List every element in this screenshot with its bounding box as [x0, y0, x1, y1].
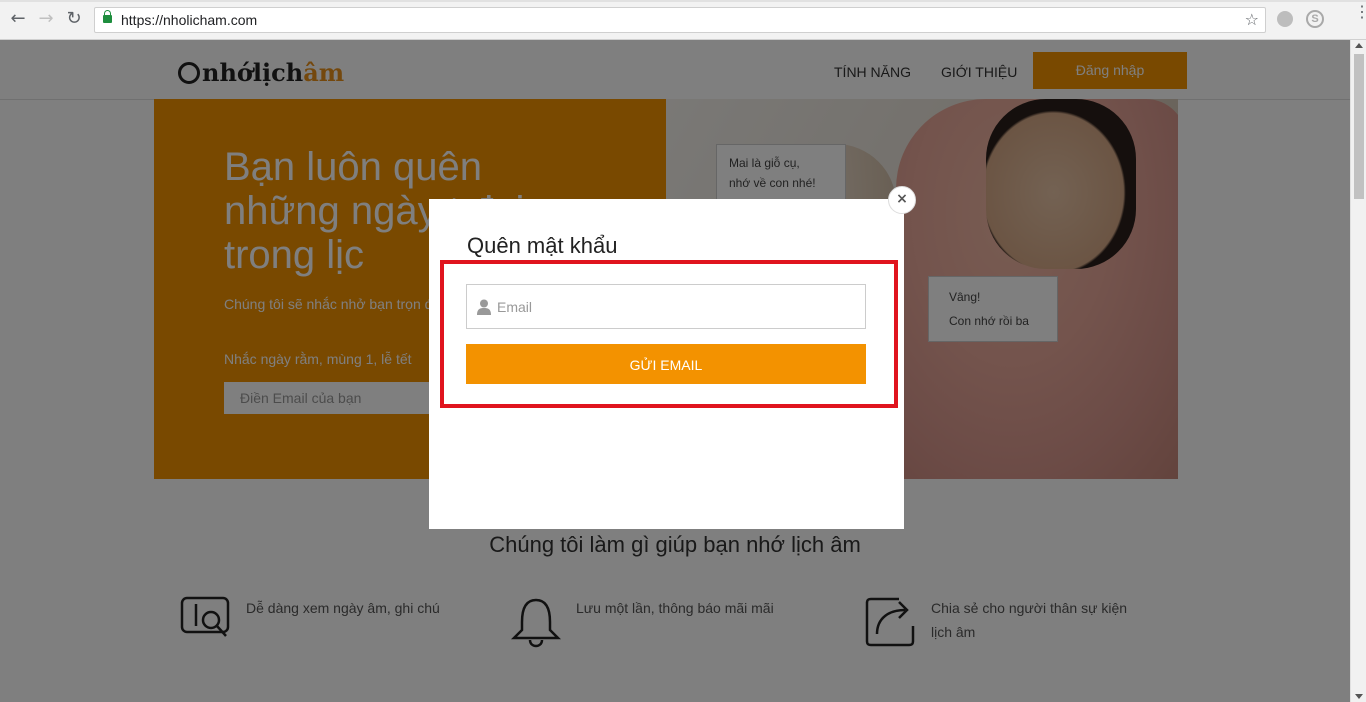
bookmark-star-icon[interactable]: ☆ — [1245, 10, 1259, 29]
scroll-up-arrow-icon[interactable] — [1355, 43, 1363, 48]
scrollbar[interactable] — [1350, 40, 1366, 702]
scroll-down-arrow-icon[interactable] — [1355, 694, 1363, 699]
browser-menu-icon[interactable]: ⋮ — [1354, 5, 1366, 28]
tab-strip — [0, 0, 1366, 2]
forward-icon[interactable]: → — [36, 9, 56, 29]
reload-icon[interactable]: ↻ — [64, 9, 84, 29]
url-text[interactable]: https://nholicham.com — [121, 12, 257, 28]
back-icon[interactable]: ← — [8, 9, 28, 29]
extension-icon[interactable] — [1277, 11, 1293, 27]
modal-title: Quên mật khẩu — [467, 233, 618, 258]
lock-icon — [103, 10, 112, 23]
address-bar[interactable]: https://nholicham.com ☆ — [94, 7, 1266, 33]
scrollbar-thumb[interactable] — [1354, 54, 1364, 199]
browser-toolbar: ← → ↻ https://nholicham.com ☆ S ⋮ — [0, 0, 1366, 40]
skype-icon[interactable]: S — [1306, 10, 1324, 28]
close-icon[interactable]: × — [888, 186, 916, 214]
highlight-box — [440, 260, 898, 408]
